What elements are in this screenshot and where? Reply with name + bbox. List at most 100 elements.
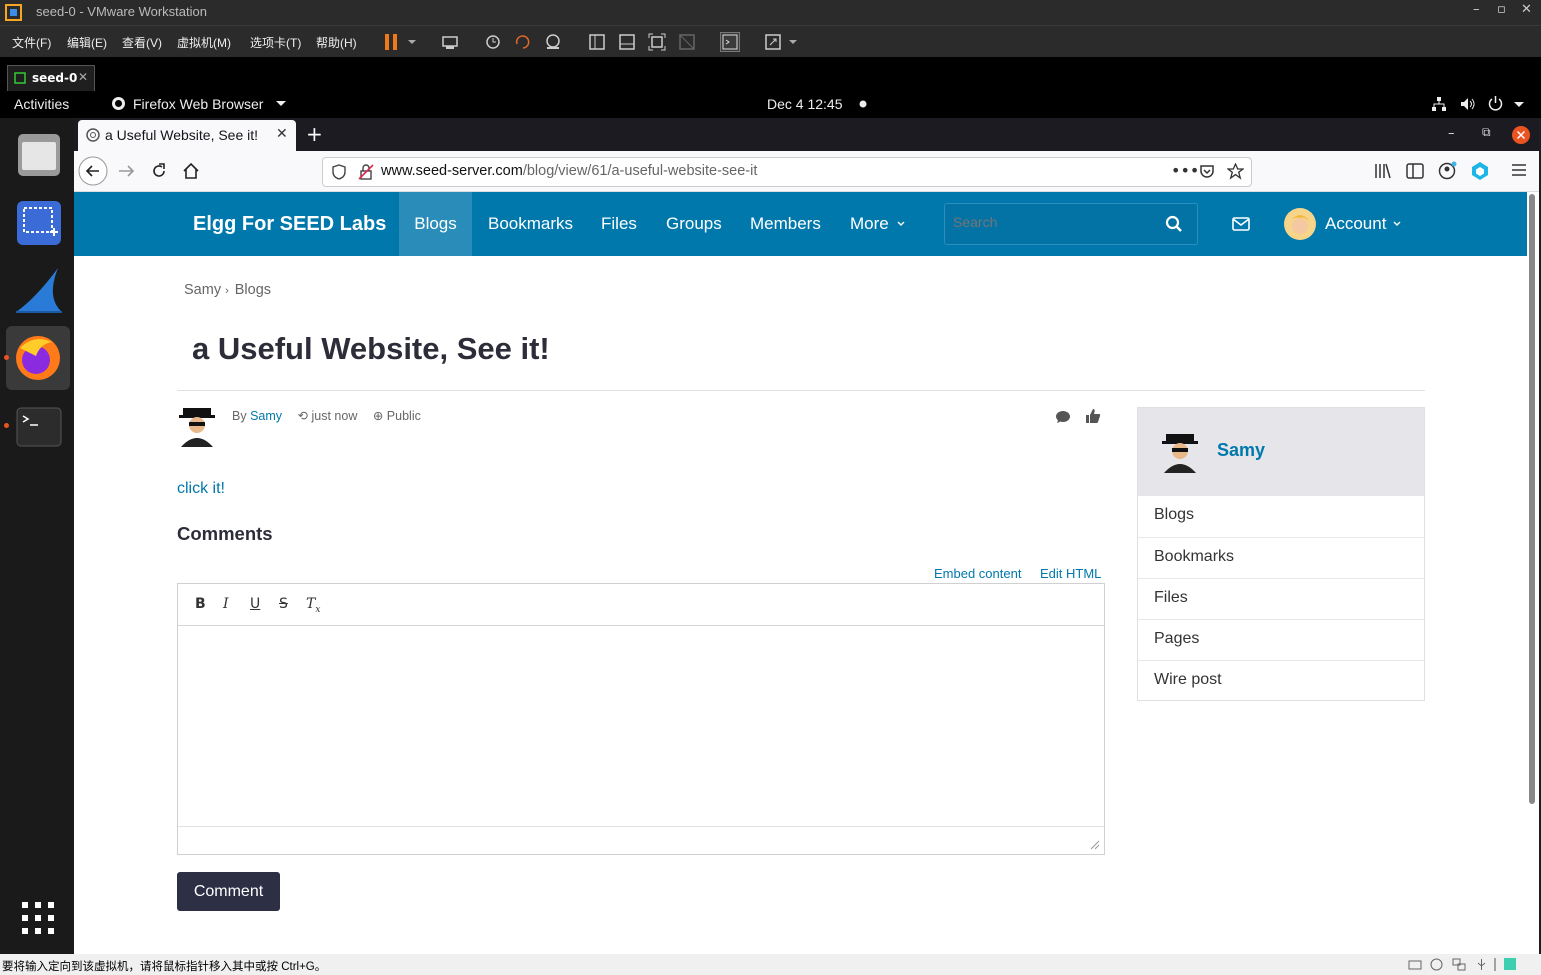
remove-format-icon[interactable]: Tx [306, 596, 320, 615]
chevron-down-icon[interactable] [1514, 98, 1524, 110]
network-adapter-icon[interactable] [1452, 958, 1466, 971]
screenshot-app-icon[interactable] [6, 190, 70, 254]
vm-tab-seed-0[interactable]: seed-0 ✕ [7, 65, 95, 91]
search-box[interactable] [944, 203, 1198, 245]
comment-editor[interactable]: B I U S Tx [177, 583, 1105, 855]
sidebar-link-bookmarks[interactable]: Bookmarks [1138, 537, 1424, 578]
activities-button[interactable]: Activities [14, 96, 69, 112]
maximize-icon[interactable]: ▫ [1497, 2, 1506, 17]
search-input[interactable] [953, 214, 1153, 230]
menu-edit[interactable]: 编辑(E) [67, 34, 107, 51]
network-icon[interactable] [1432, 97, 1446, 111]
app-menu-label[interactable]: Firefox Web Browser [133, 96, 263, 112]
account-icon[interactable] [1438, 161, 1458, 181]
reload-button[interactable] [150, 162, 168, 180]
restore-icon[interactable]: ⧉ [1482, 125, 1491, 140]
cdrom-icon[interactable] [1430, 958, 1443, 971]
account-avatar[interactable] [1284, 208, 1316, 240]
nav-more[interactable]: More [850, 192, 889, 256]
close-icon[interactable]: ✕ [1521, 2, 1532, 17]
comment-button[interactable]: Comment [177, 872, 280, 911]
snapshot-icon[interactable] [483, 32, 503, 52]
sidebar-toggle-icon[interactable] [587, 32, 607, 52]
author-link[interactable]: Samy [250, 409, 282, 423]
pocket-icon[interactable] [1199, 164, 1215, 180]
chevron-down-icon[interactable] [276, 96, 286, 110]
thumbnail-bar-icon[interactable] [617, 32, 637, 52]
browser-tab-active[interactable]: a Useful Website, See it! ✕ [78, 120, 296, 151]
sidebar-link-blogs[interactable]: Blogs [1138, 496, 1424, 537]
show-applications-icon[interactable] [6, 886, 70, 950]
nav-members[interactable]: Members [750, 192, 821, 256]
pause-icon[interactable] [382, 32, 402, 52]
underline-icon[interactable]: U [250, 596, 260, 612]
volume-icon[interactable] [1460, 97, 1476, 111]
menu-file[interactable]: 文件(F) [12, 34, 51, 51]
snapshot-manager-icon[interactable] [543, 32, 563, 52]
chevron-down-icon[interactable] [1393, 221, 1401, 227]
menu-view[interactable]: 查看(V) [122, 34, 162, 51]
hamburger-menu-icon[interactable] [1511, 162, 1527, 178]
send-ctrl-alt-del-icon[interactable] [440, 32, 460, 52]
back-button[interactable] [78, 156, 108, 186]
owner-name-link[interactable]: Samy [1217, 440, 1265, 461]
nav-groups[interactable]: Groups [666, 192, 722, 256]
chevron-down-icon[interactable] [897, 221, 905, 227]
message-log-icon[interactable] [1503, 957, 1517, 971]
chevron-down-icon[interactable] [786, 32, 806, 52]
account-menu[interactable]: Account [1325, 192, 1386, 256]
breadcrumb-blogs[interactable]: Blogs [235, 282, 271, 298]
page-scrollbar[interactable] [1529, 194, 1535, 804]
wireshark-app-icon[interactable] [6, 258, 70, 322]
firefox-app-icon[interactable] [6, 326, 70, 390]
resize-handle-icon[interactable] [1090, 840, 1100, 850]
author-avatar[interactable] [177, 405, 217, 447]
like-icon[interactable] [1085, 408, 1101, 424]
terminal-app-icon[interactable] [6, 394, 70, 458]
breadcrumb-samy[interactable]: Samy [184, 282, 221, 298]
clock[interactable]: Dec 4 12:45 [767, 96, 843, 112]
messages-icon[interactable] [1232, 217, 1250, 231]
stretch-guest-icon[interactable] [763, 32, 783, 52]
insecure-lock-icon[interactable] [358, 164, 374, 180]
forward-button[interactable] [117, 162, 135, 180]
hdd-icon[interactable] [1408, 958, 1422, 971]
sidebar-link-files[interactable]: Files [1138, 578, 1424, 619]
revert-snapshot-icon[interactable] [513, 32, 533, 52]
home-button[interactable] [182, 162, 200, 180]
nav-files[interactable]: Files [601, 192, 637, 256]
shield-icon[interactable] [332, 164, 346, 180]
menu-help[interactable]: 帮助(H) [316, 34, 357, 51]
close-tab-icon[interactable]: ✕ [276, 126, 288, 142]
power-icon[interactable] [1488, 96, 1503, 111]
post-body-link[interactable]: click it! [177, 480, 225, 498]
sidebar-link-wire[interactable]: Wire post [1138, 660, 1424, 701]
minimize-icon[interactable]: – [1473, 2, 1480, 17]
url-bar[interactable]: www.seed-server.com/blog/view/61/a-usefu… [322, 157, 1252, 187]
sidebar-link-pages[interactable]: Pages [1138, 619, 1424, 660]
nav-blogs[interactable]: Blogs [399, 192, 472, 256]
italic-icon[interactable]: I [223, 596, 229, 612]
sidebar-icon[interactable] [1406, 162, 1424, 180]
menu-vm[interactable]: 虚拟机(M) [177, 34, 231, 51]
bookmark-star-icon[interactable] [1227, 163, 1244, 180]
bold-icon[interactable]: B [195, 596, 206, 612]
fullscreen-icon[interactable] [647, 32, 667, 52]
minimize-icon[interactable]: – [1448, 126, 1455, 141]
extension-icon[interactable] [1470, 161, 1490, 181]
usb-icon[interactable] [1475, 958, 1488, 971]
unity-icon[interactable] [677, 32, 697, 52]
menu-tabs[interactable]: 选项卡(T) [250, 34, 301, 51]
nav-bookmarks[interactable]: Bookmarks [488, 192, 573, 256]
search-icon[interactable] [1165, 215, 1183, 233]
files-app-icon[interactable] [6, 122, 70, 186]
embed-content-link[interactable]: Embed content [934, 566, 1021, 581]
new-tab-icon[interactable]: + [306, 122, 323, 146]
site-name-link[interactable]: Elgg For SEED Labs [193, 213, 386, 236]
close-icon[interactable]: ✕ [78, 70, 88, 84]
console-view-icon[interactable] [720, 32, 740, 52]
page-actions-icon[interactable]: ••• [1171, 161, 1199, 180]
strikethrough-icon[interactable]: S [279, 596, 288, 612]
comment-icon[interactable] [1055, 410, 1071, 424]
owner-avatar[interactable] [1160, 431, 1200, 473]
